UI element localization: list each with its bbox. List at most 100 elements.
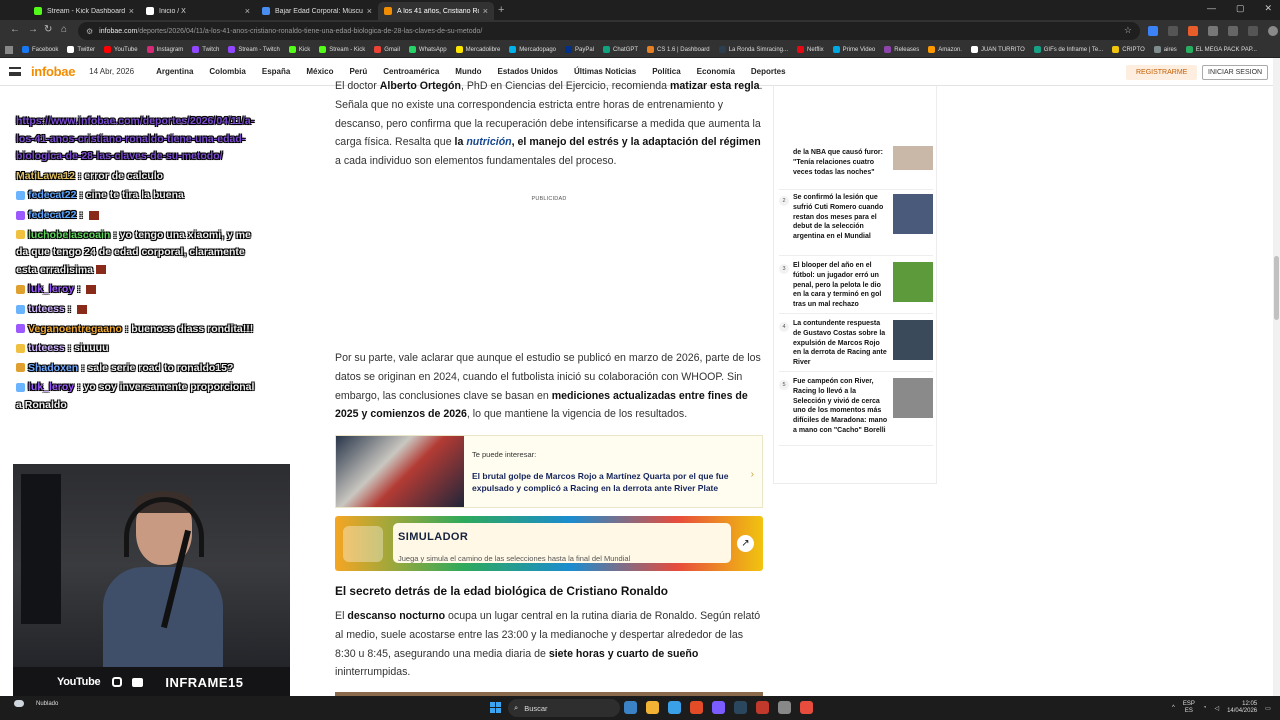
most-read-title[interactable]: Se confirmó la lesión que sufrió Cuti Ro… (793, 193, 889, 255)
nav-item[interactable]: México (306, 67, 333, 76)
taskbar-app-icon[interactable] (778, 701, 791, 714)
language-indicator[interactable]: ESP ES (1183, 701, 1195, 715)
new-tab-icon[interactable]: + (498, 4, 504, 16)
taskbar-app-icon[interactable] (646, 701, 659, 714)
taskbar-app-icon[interactable] (690, 701, 703, 714)
bookmark-item[interactable]: CS 1.6 | Dashboard (647, 46, 710, 53)
most-read-item[interactable]: 3 El blooper del año en el fútbol: un jug… (779, 258, 933, 314)
bookmark-item[interactable]: YouTube (104, 46, 138, 53)
bookmark-item[interactable]: Facebook (22, 46, 58, 53)
forward-icon[interactable]: → (28, 24, 38, 35)
nav-item[interactable]: España (262, 67, 290, 76)
downloads-icon[interactable] (1248, 26, 1258, 36)
arrow-up-right-icon[interactable]: ↗ (737, 535, 754, 552)
nav-item[interactable]: Perú (349, 67, 367, 76)
taskbar-app-icon[interactable] (712, 701, 725, 714)
taskbar-app-icon[interactable] (734, 701, 747, 714)
most-read-thumbnail[interactable] (893, 320, 933, 360)
minimize-icon[interactable]: — (1207, 3, 1216, 14)
bookmark-item[interactable]: PayPal (565, 46, 594, 53)
profile-avatar-icon[interactable] (1268, 26, 1278, 36)
page-scrollbar[interactable] (1273, 58, 1280, 696)
bookmark-item[interactable]: La Ronda Simracing... (718, 46, 788, 53)
related-article-card[interactable]: Te puede interesar: El brutal golpe de M… (335, 435, 763, 508)
related-title[interactable]: El brutal golpe de Marcos Rojo a Martíne… (472, 470, 752, 494)
nav-item[interactable]: Últimas Noticias (574, 67, 636, 76)
bookmark-item[interactable]: Prime Video (832, 46, 875, 53)
most-read-title[interactable]: Fue campeón con River, Racing lo llevó a… (793, 377, 889, 445)
home-icon[interactable]: ⌂ (61, 24, 67, 35)
related-article-image[interactable] (336, 436, 464, 507)
most-read-thumbnail[interactable] (893, 146, 933, 170)
site-logo[interactable]: infobae (31, 64, 75, 79)
reload-icon[interactable]: ↻ (44, 24, 52, 35)
bookmark-item[interactable]: JUAN TURRITO (970, 46, 1025, 53)
nav-item[interactable]: Deportes (751, 67, 786, 76)
nav-item[interactable]: Estados Unidos (498, 67, 558, 76)
nav-item[interactable]: Centroamérica (383, 67, 439, 76)
bookmark-item[interactable]: Stream - Twitch (228, 46, 280, 53)
puzzle-icon[interactable] (1228, 26, 1238, 36)
bookmark-item[interactable]: Kick (288, 46, 310, 53)
bookmark-item[interactable]: Releases (884, 46, 919, 53)
extension-icon[interactable] (1168, 26, 1178, 36)
bookmark-item[interactable]: Amazon. (928, 46, 962, 53)
nav-item[interactable]: Política (652, 67, 680, 76)
most-read-thumbnail[interactable] (893, 378, 933, 418)
taskbar-search[interactable]: ⌕ Buscar (508, 699, 620, 717)
most-read-thumbnail[interactable] (893, 194, 933, 234)
scrollbar-thumb[interactable] (1274, 256, 1279, 320)
bookmark-item[interactable]: Mercadolibre (455, 46, 500, 53)
tab-close-icon[interactable]: × (245, 6, 250, 16)
bookmark-item[interactable]: ChatGPT (603, 46, 638, 53)
tab-close-icon[interactable]: × (367, 6, 372, 16)
tab-kick-dashboard[interactable]: Stream - Kick Dashboard × (28, 2, 140, 20)
tab-close-icon[interactable]: × (483, 6, 488, 16)
notifications-icon[interactable]: ▭ (1265, 705, 1271, 712)
wifi-icon[interactable]: ◔ (1203, 705, 1207, 711)
most-read-title[interactable]: La contundente respuesta de Gustavo Cost… (793, 319, 889, 371)
bookmark-item[interactable]: WhatsApp (408, 46, 447, 53)
menu-hamburger-icon[interactable] (9, 67, 21, 76)
bookmark-item[interactable]: EL MEGA PACK PAP... (1185, 46, 1257, 53)
tab-x-home[interactable]: Inicio / X × (140, 2, 256, 20)
bookmark-item[interactable]: CRIPTO (1112, 46, 1145, 53)
nutrition-link[interactable]: nutrición (466, 136, 511, 148)
simulator-banner[interactable]: SIMULADOR Juega y simula el camino de la… (335, 516, 763, 571)
tab-close-icon[interactable]: × (129, 6, 134, 16)
taskbar-app-icon[interactable] (624, 701, 637, 714)
apps-grid-icon[interactable] (5, 45, 13, 54)
nav-item[interactable]: Mundo (455, 67, 481, 76)
taskbar-app-icon[interactable] (668, 701, 681, 714)
bookmark-item[interactable]: Stream - Kick (319, 46, 365, 53)
bookmark-item[interactable]: aires (1153, 46, 1177, 53)
most-read-item[interactable]: 5 Fue campeón con River, Racing lo llevó … (779, 374, 933, 446)
most-read-thumbnail[interactable] (893, 262, 933, 302)
volume-icon[interactable]: ◁ (1214, 705, 1219, 712)
extension-icon[interactable] (1208, 26, 1218, 36)
most-read-item[interactable]: de la NBA que causó furor: "Tenía relaci… (779, 86, 933, 190)
maximize-icon[interactable]: ▢ (1236, 3, 1245, 14)
most-read-item[interactable]: 4 La contundente respuesta de Gustavo Cos… (779, 316, 933, 372)
nav-item[interactable]: Argentina (156, 67, 193, 76)
chevron-right-icon[interactable]: › (751, 466, 754, 485)
bookmark-item[interactable]: Mercadopago (509, 46, 556, 53)
extension-icon[interactable] (1148, 26, 1158, 36)
extension-icon[interactable] (1188, 26, 1198, 36)
nav-item[interactable]: Economía (697, 67, 735, 76)
site-info-icon[interactable]: ⚙ (86, 27, 93, 36)
windows-start-icon[interactable] (490, 702, 501, 713)
most-read-item[interactable]: 2 Se confirmó la lesión que sufrió Cuti R… (779, 190, 933, 256)
tab-edad-corporal[interactable]: Bajar Edad Corporal: Músculo y × (256, 2, 378, 20)
tab-infobae-article[interactable]: A los 41 años, Cristiano Ronaldo × (378, 2, 494, 20)
most-read-title[interactable]: El blooper del año en el fútbol: un juga… (793, 261, 889, 313)
taskbar-app-icon[interactable] (756, 701, 769, 714)
bookmark-item[interactable]: Netflix (797, 46, 824, 53)
bookmark-item[interactable]: Instagram (146, 46, 183, 53)
bookmark-item[interactable]: Gmail (374, 46, 400, 53)
bookmark-star-icon[interactable]: ☆ (1124, 25, 1132, 36)
bookmark-item[interactable]: GIFs de Inframe | Te... (1033, 46, 1103, 53)
window-close-icon[interactable]: ✕ (1264, 3, 1272, 14)
bookmark-item[interactable]: Twitch (192, 46, 219, 53)
address-bar[interactable]: ⚙ infobae.com/deportes/2026/04/11/a-los-… (78, 22, 1140, 40)
